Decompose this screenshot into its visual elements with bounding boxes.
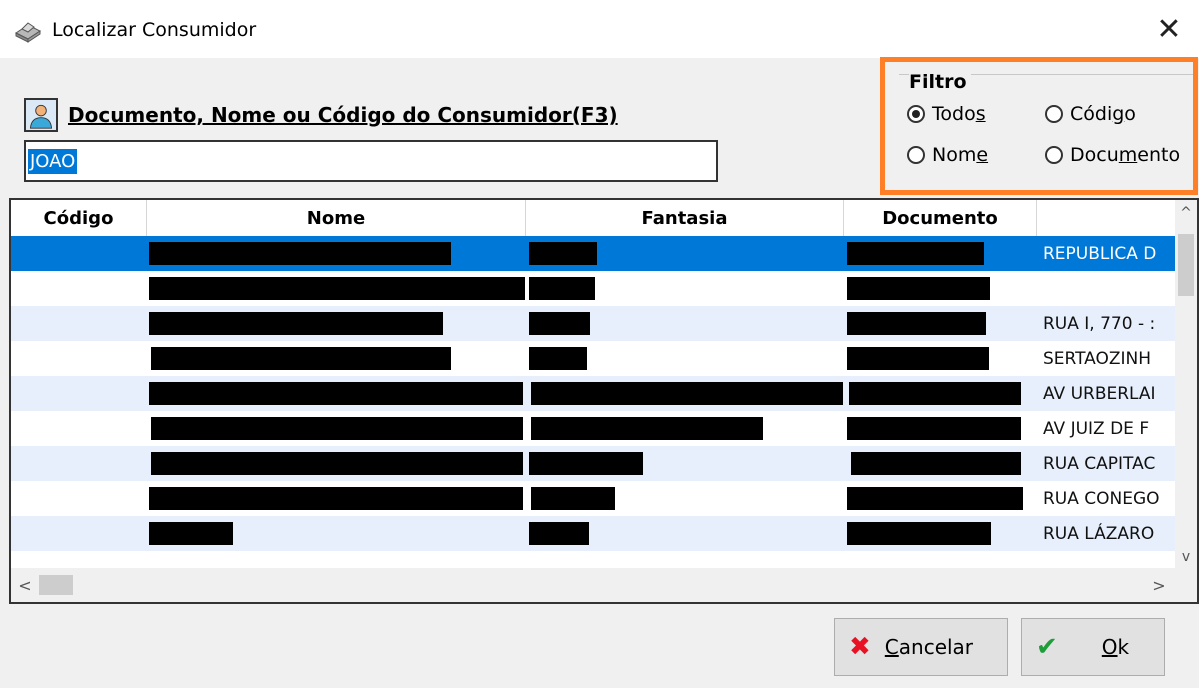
column-header-fantasia[interactable]: Fantasia <box>526 200 844 236</box>
window-title: Localizar Consumidor <box>52 19 257 41</box>
cell-endereco: RUA I, 770 - : <box>1043 313 1156 334</box>
redacted-nome <box>151 347 451 370</box>
close-icon: ✕ <box>1156 11 1182 47</box>
scroll-up-icon[interactable]: ^ <box>1175 202 1197 224</box>
radio-icon <box>907 146 925 164</box>
table-row[interactable]: RUA I, 770 - : <box>11 306 1177 341</box>
checkmark-icon: ✔ <box>1036 632 1058 662</box>
table-row[interactable] <box>11 271 1177 306</box>
redacted-fantasia <box>529 242 597 265</box>
cell-endereco: RUA LÁZARO <box>1043 523 1155 544</box>
close-x-icon: ✖ <box>849 632 871 662</box>
redacted-nome <box>149 312 443 335</box>
radio-icon <box>1045 105 1063 123</box>
cell-codigo <box>11 236 147 271</box>
redacted-nome <box>151 452 523 475</box>
horizontal-scrollbar[interactable]: < > <box>11 568 1197 602</box>
filter-radio-label: Nome <box>932 144 989 166</box>
redacted-fantasia <box>529 312 590 335</box>
search-label-text: Documento, Nome ou Código do Consumidor(… <box>68 103 618 127</box>
redacted-fantasia <box>531 417 763 440</box>
table-row[interactable]: SERTAOZINH <box>11 341 1177 376</box>
table-row[interactable]: AV URBERLAI <box>11 376 1177 411</box>
table-row[interactable]: RUA CAPITAC <box>11 446 1177 481</box>
redacted-fantasia <box>529 452 643 475</box>
filter-radio-label: Código <box>1070 103 1136 125</box>
cell-endereco: RUA CONEGO <box>1043 488 1160 509</box>
cell-codigo <box>11 271 147 306</box>
redacted-nome <box>149 522 233 545</box>
redacted-documento <box>847 347 989 370</box>
cell-endereco: RUA CAPITAC <box>1043 453 1156 474</box>
table-header: Código Nome Fantasia Documento <box>11 200 1177 237</box>
cell-endereco <box>1037 271 1177 306</box>
redacted-nome <box>149 242 451 265</box>
redacted-nome <box>149 487 523 510</box>
column-header-codigo[interactable]: Código <box>11 200 147 236</box>
search-label: Documento, Nome ou Código do Consumidor(… <box>68 103 618 127</box>
redacted-documento <box>847 417 1021 440</box>
cube-icon <box>15 22 41 43</box>
redacted-documento <box>847 487 1023 510</box>
filter-radio-todos[interactable]: Todos <box>907 103 986 125</box>
radio-icon <box>1045 146 1063 164</box>
filter-radio-label: Todos <box>932 103 986 125</box>
person-icon <box>24 98 58 132</box>
cell-endereco: AV JUIZ DE F <box>1043 418 1150 439</box>
cell-codigo <box>11 516 147 551</box>
redacted-documento <box>849 382 1021 405</box>
cell-codigo <box>11 306 147 341</box>
redacted-nome <box>149 277 525 300</box>
vertical-scroll-thumb[interactable] <box>1178 234 1194 296</box>
column-header-nome[interactable]: Nome <box>147 200 526 236</box>
scroll-right-icon[interactable]: > <box>1147 568 1171 602</box>
redacted-documento <box>847 242 984 265</box>
redacted-nome <box>151 417 523 440</box>
redacted-nome <box>149 382 523 405</box>
scroll-left-icon[interactable]: < <box>13 568 37 602</box>
redacted-fantasia <box>531 487 615 510</box>
search-input-value: JOAO <box>28 148 78 174</box>
table-row[interactable]: AV JUIZ DE F <box>11 411 1177 446</box>
cell-endereco: AV URBERLAI <box>1043 383 1156 404</box>
scroll-down-icon[interactable]: v <box>1175 546 1197 568</box>
table-row[interactable]: RUA CONEGO <box>11 481 1177 516</box>
filter-panel: Filtro Todos Código Nome Documento <box>880 57 1198 195</box>
cell-endereco: SERTAOZINH <box>1043 348 1152 369</box>
filter-radio-documento[interactable]: Documento <box>1045 144 1180 166</box>
redacted-fantasia <box>529 277 595 300</box>
radio-selected-icon <box>907 105 925 123</box>
consumer-table[interactable]: Código Nome Fantasia Documento REPUBLICA… <box>9 198 1199 604</box>
redacted-documento <box>847 312 986 335</box>
ok-button-label: Ok <box>1101 635 1130 659</box>
table-row[interactable]: REPUBLICA D <box>11 236 1177 271</box>
cell-codigo <box>11 376 147 411</box>
vertical-scrollbar[interactable]: ^ v <box>1175 200 1197 570</box>
column-header-endereco[interactable] <box>1037 200 1177 236</box>
column-header-documento[interactable]: Documento <box>844 200 1037 236</box>
table-row[interactable]: RUA LÁZARO <box>11 516 1177 551</box>
redacted-fantasia <box>529 347 587 370</box>
search-input[interactable]: JOAO <box>24 140 718 182</box>
filter-title: Filtro <box>909 71 971 93</box>
redacted-fantasia <box>529 522 589 545</box>
redacted-fantasia <box>531 382 843 405</box>
cancel-button[interactable]: ✖ Cancelar <box>834 618 1008 676</box>
horizontal-scroll-thumb[interactable] <box>39 575 73 595</box>
filter-radio-codigo[interactable]: Código <box>1045 103 1136 125</box>
cell-codigo <box>11 446 147 481</box>
filter-radio-label: Documento <box>1070 144 1181 166</box>
redacted-documento <box>851 452 1021 475</box>
redacted-documento <box>847 522 991 545</box>
ok-button[interactable]: ✔ Ok <box>1021 618 1165 676</box>
cell-codigo <box>11 341 147 376</box>
cell-endereco: REPUBLICA D <box>1043 243 1157 264</box>
cell-codigo <box>11 481 147 516</box>
cell-codigo <box>11 411 147 446</box>
cancel-button-label: Cancelar <box>884 635 974 659</box>
redacted-documento <box>847 277 990 300</box>
filter-radio-nome[interactable]: Nome <box>907 144 988 166</box>
close-button[interactable]: ✕ <box>1139 0 1199 58</box>
title-bar: Localizar Consumidor ✕ <box>0 0 1199 58</box>
